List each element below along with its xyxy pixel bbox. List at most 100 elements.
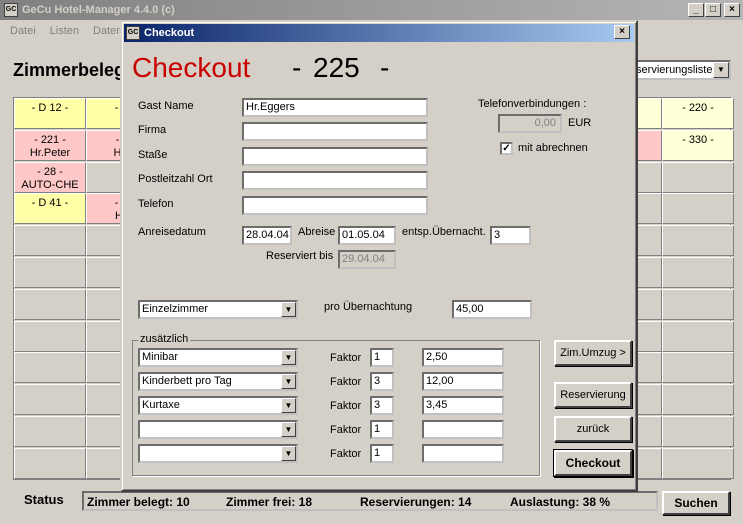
room-cell[interactable]: - 220 - [662,98,734,129]
extra-price-input[interactable]: 12,00 [422,372,504,391]
main-window-title: GeCu Hotel-Manager 4.4.0 (c) [22,4,175,16]
checkout-heading: Checkout [132,52,251,83]
empty-room-cell[interactable] [662,225,734,257]
empty-room-cell[interactable] [662,257,734,288]
empty-room-cell[interactable] [14,447,86,479]
extra-price-input[interactable]: 2,50 [422,348,504,367]
status-reservations: Reservierungen: 14 [360,495,472,509]
guest-name-label: Gast Name [138,100,194,112]
empty-room-cell[interactable] [662,193,734,225]
empty-room-cell[interactable] [662,416,734,447]
room-number: 225 [313,52,360,83]
empty-room-cell[interactable] [662,384,734,416]
strasse-input[interactable] [242,147,428,166]
extra-item-value: Minibar [142,351,179,363]
checkout-dialog: GC Checkout × Checkout - 225 - Gast Name… [120,20,638,492]
factor-input[interactable]: 3 [370,396,394,415]
empty-room-cell[interactable] [662,288,734,320]
empty-room-cell[interactable] [662,320,734,352]
price-per-night-input[interactable]: 45,00 [452,300,532,319]
back-button[interactable]: zurück [554,416,632,442]
room-type-select[interactable]: Einzelzimmer ▼ [138,300,298,319]
room-cell[interactable]: - 28 - AUTO-CHE [14,161,86,193]
chevron-down-icon[interactable]: ▼ [281,302,296,317]
dialog-close-button[interactable]: × [614,25,630,39]
extra-price-input[interactable] [422,420,504,439]
room-cell[interactable]: - 330 - [662,129,734,161]
room-cell[interactable]: - D 41 - [14,193,86,225]
check-icon: ✓ [502,143,511,154]
menu-datei[interactable]: Datei [10,25,36,37]
status-box: Zimmer belegt: 10 Zimmer frei: 18 Reserv… [82,491,658,511]
factor-label: Faktor [330,400,362,412]
mit-abrechnen-checkbox[interactable]: ✓ [500,142,513,155]
empty-room-cell[interactable] [14,416,86,447]
factor-label: Faktor [330,376,362,388]
menu-daten[interactable]: Daten [93,25,122,37]
checkout-button[interactable]: Checkout [554,450,632,476]
empty-room-cell[interactable] [14,320,86,352]
room-type-value: Einzelzimmer [142,303,209,315]
heading-dash-right: - [380,52,390,83]
extra-item-select[interactable]: ▼ [138,444,298,463]
reservation-button[interactable]: Reservierung [554,382,632,408]
chevron-down-icon[interactable]: ▼ [713,62,729,78]
anreise-input[interactable]: 28.04.04 [242,226,292,245]
menu-listen[interactable]: Listen [50,25,79,37]
menu-bar: Datei Listen Daten [0,21,126,41]
extra-price-input[interactable]: 3,45 [422,396,504,415]
empty-room-cell[interactable] [662,447,734,479]
factor-input[interactable]: 1 [370,348,394,367]
extra-item-select[interactable]: Kurtaxe ▼ [138,396,298,415]
firma-label: Firma [138,124,167,136]
close-button[interactable]: × [724,3,740,17]
minimize-button[interactable]: _ [688,3,704,17]
abreise-input[interactable]: 01.05.04 [338,226,396,245]
empty-room-cell[interactable] [14,257,86,288]
empty-room-cell[interactable] [662,161,734,193]
chevron-down-icon[interactable]: ▼ [281,446,296,461]
telefon-label: Telefon [138,198,174,210]
status-label: Status [24,492,64,507]
search-button[interactable]: Suchen [662,491,730,515]
chevron-down-icon[interactable]: ▼ [281,350,296,365]
plz-ort-input[interactable] [242,171,428,190]
guest-name-input[interactable]: Hr.Eggers [242,98,428,117]
chevron-down-icon[interactable]: ▼ [281,374,296,389]
phone-amount-input[interactable]: 0,00 [498,114,562,133]
status-rooms-occupied: Zimmer belegt: 10 [87,495,190,509]
empty-room-cell[interactable] [14,352,86,384]
nights-input[interactable]: 3 [490,226,531,245]
factor-input[interactable]: 3 [370,372,394,391]
reserviert-bis-label: Reserviert bis [266,250,334,262]
extra-item-select[interactable]: ▼ [138,420,298,439]
maximize-button[interactable]: □ [705,3,721,17]
main-title-bar: GC GeCu Hotel-Manager 4.4.0 (c) [0,0,743,20]
reserviert-bis-input[interactable]: 29.04.04 [338,250,396,269]
currency-label: EUR [568,117,592,129]
factor-input[interactable]: 1 [370,444,394,463]
factor-input[interactable]: 1 [370,420,394,439]
room-move-button[interactable]: Zim.Umzug > [554,340,632,366]
strasse-label: Staße [138,149,168,161]
extra-item-select[interactable]: Minibar ▼ [138,348,298,367]
chevron-down-icon[interactable]: ▼ [281,398,296,413]
telefonverbindungen-label: Telefonverbindungen : [478,98,587,110]
price-per-night-label: pro Übernachtung [324,301,413,313]
dialog-title-bar: GC Checkout [124,24,634,42]
telefon-input[interactable] [242,196,428,215]
extra-item-select[interactable]: Kinderbett pro Tag ▼ [138,372,298,391]
firma-input[interactable] [242,122,428,141]
room-cell[interactable]: - 221 - Hr.Peter [14,129,86,161]
empty-room-cell[interactable] [14,288,86,320]
empty-room-cell[interactable] [14,384,86,416]
room-cell[interactable]: - D 12 - [14,98,86,129]
empty-room-cell[interactable] [14,225,86,257]
empty-room-cell[interactable] [662,352,734,384]
extra-price-input[interactable] [422,444,504,463]
abreise-label: Abreise [298,226,336,238]
factor-label: Faktor [330,424,362,436]
status-rooms-free: Zimmer frei: 18 [226,495,313,509]
extras-group-label: zusätzlich [138,333,191,345]
chevron-down-icon[interactable]: ▼ [281,422,296,437]
